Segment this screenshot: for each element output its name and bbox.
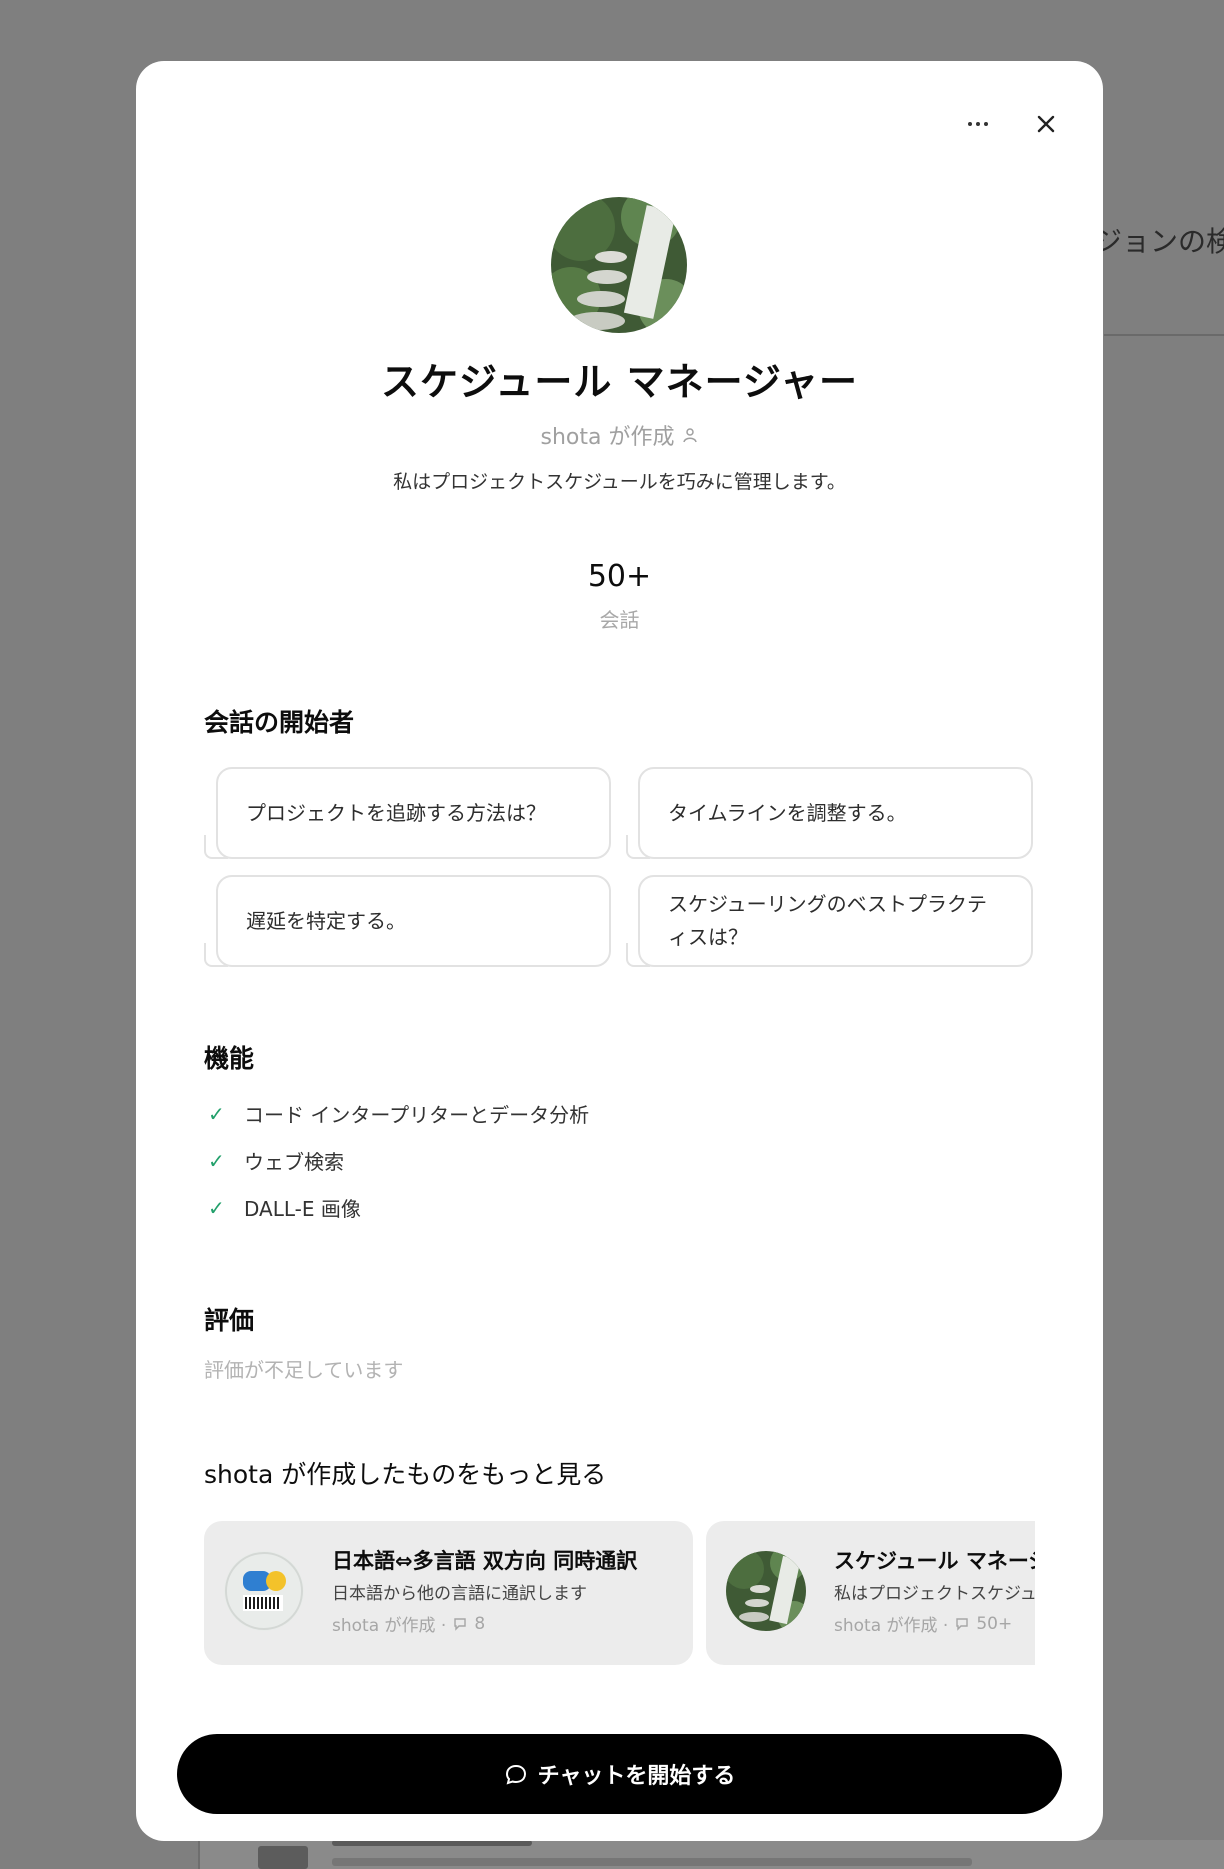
chat-bubble-icon bbox=[505, 1764, 526, 1785]
conversation-count: 50+ bbox=[587, 559, 652, 594]
gpt-card-creator: shota が作成 · bbox=[332, 1616, 447, 1636]
background-search-text: ジョンの検索 bbox=[1094, 225, 1224, 258]
capability-label: DALL-E 画像 bbox=[244, 1197, 361, 1221]
gpt-card-count: 8 bbox=[474, 1613, 486, 1634]
more-by-creator-carousel: 日本語⇔多言語 双方向 同時通訳 日本語から他の言語に通訳します shota が… bbox=[204, 1521, 1035, 1667]
background-divider bbox=[1104, 334, 1224, 336]
gpt-description: 私はプロジェクトスケジュールを巧みに管理します。 bbox=[393, 471, 846, 493]
chat-bubble-icon bbox=[454, 1617, 467, 1631]
capability-label: ウェブ検索 bbox=[244, 1150, 344, 1174]
background-text-fragment bbox=[332, 1858, 972, 1866]
starters-heading: 会話の開始者 bbox=[204, 708, 355, 737]
modal-actions bbox=[959, 105, 1065, 143]
starter-prompt-label: スケジューリングのベストプラクティスは？ bbox=[668, 892, 987, 949]
capability-item: ✓ ウェブ検索 bbox=[208, 1146, 344, 1175]
gpt-details-modal: スケジュール マネージャー shota が作成 私はプロジェクトスケジュールを巧… bbox=[136, 61, 1103, 1841]
starter-prompt[interactable]: プロジェクトを追跡する方法は？ bbox=[204, 767, 611, 859]
check-icon: ✓ bbox=[208, 1195, 225, 1220]
gpt-card-count: 50+ bbox=[976, 1613, 1013, 1634]
capability-item: ✓ DALL-E 画像 bbox=[208, 1193, 361, 1222]
chat-bubble-icon bbox=[956, 1617, 969, 1631]
ellipsis-icon bbox=[968, 122, 988, 126]
gpt-card-title: スケジュール マネージャー bbox=[834, 1549, 1035, 1573]
gpt-card[interactable]: 日本語⇔多言語 双方向 同時通訳 日本語から他の言語に通訳します shota が… bbox=[204, 1521, 693, 1665]
gpt-card-avatar bbox=[224, 1551, 304, 1631]
conversation-count-label: 会話 bbox=[599, 608, 640, 632]
gpt-avatar bbox=[551, 197, 687, 333]
more-options-button[interactable] bbox=[959, 105, 997, 143]
rating-subtext: 評価が不足しています bbox=[204, 1358, 404, 1382]
creator-text[interactable]: shota が作成 bbox=[541, 419, 675, 451]
check-icon: ✓ bbox=[208, 1101, 225, 1126]
gpt-card-creator: shota が作成 · bbox=[834, 1616, 949, 1636]
creator-line: shota が作成 bbox=[136, 419, 1103, 451]
close-button[interactable] bbox=[1027, 105, 1065, 143]
gpt-card-title: 日本語⇔多言語 双方向 同時通訳 bbox=[332, 1549, 638, 1573]
starter-prompt[interactable]: 遅延を特定する。 bbox=[204, 875, 611, 967]
capability-item: ✓ コード インタープリターとデータ分析 bbox=[208, 1099, 589, 1128]
gpt-card-description: 日本語から他の言語に通訳します bbox=[332, 1584, 587, 1604]
background-list-item bbox=[198, 1840, 1224, 1869]
more-by-creator-heading: shota が作成したものをもっと見る bbox=[204, 1460, 607, 1489]
gpt-title: スケジュール マネージャー bbox=[381, 360, 858, 404]
starter-prompt-label: タイムラインを調整する。 bbox=[668, 800, 907, 825]
check-icon: ✓ bbox=[208, 1148, 225, 1173]
start-chat-label: チャットを開始する bbox=[537, 1764, 736, 1789]
starter-prompt-label: プロジェクトを追跡する方法は？ bbox=[246, 800, 546, 825]
gpt-card-meta: shota が作成 · 50+ bbox=[834, 1611, 1013, 1637]
background-thumbnail bbox=[258, 1846, 308, 1869]
person-icon bbox=[683, 428, 698, 443]
start-chat-button[interactable]: チャットを開始する bbox=[177, 1734, 1062, 1814]
capabilities-heading: 機能 bbox=[204, 1044, 255, 1073]
starter-prompt-label: 遅延を特定する。 bbox=[246, 908, 406, 933]
starter-prompt[interactable]: スケジューリングのベストプラクティスは？ bbox=[626, 875, 1033, 967]
gpt-card-description: 私はプロジェクトスケジュールを巧みに管理します。 bbox=[834, 1584, 1035, 1604]
gpt-card[interactable]: スケジュール マネージャー 私はプロジェクトスケジュールを巧みに管理します。 s… bbox=[706, 1521, 1035, 1665]
close-icon bbox=[1037, 115, 1055, 133]
gpt-card-meta: shota が作成 · 8 bbox=[332, 1611, 486, 1637]
starter-prompt[interactable]: タイムラインを調整する。 bbox=[626, 767, 1033, 859]
rating-heading: 評価 bbox=[204, 1306, 255, 1335]
capability-label: コード インタープリターとデータ分析 bbox=[244, 1103, 590, 1127]
gpt-card-avatar bbox=[726, 1551, 806, 1631]
